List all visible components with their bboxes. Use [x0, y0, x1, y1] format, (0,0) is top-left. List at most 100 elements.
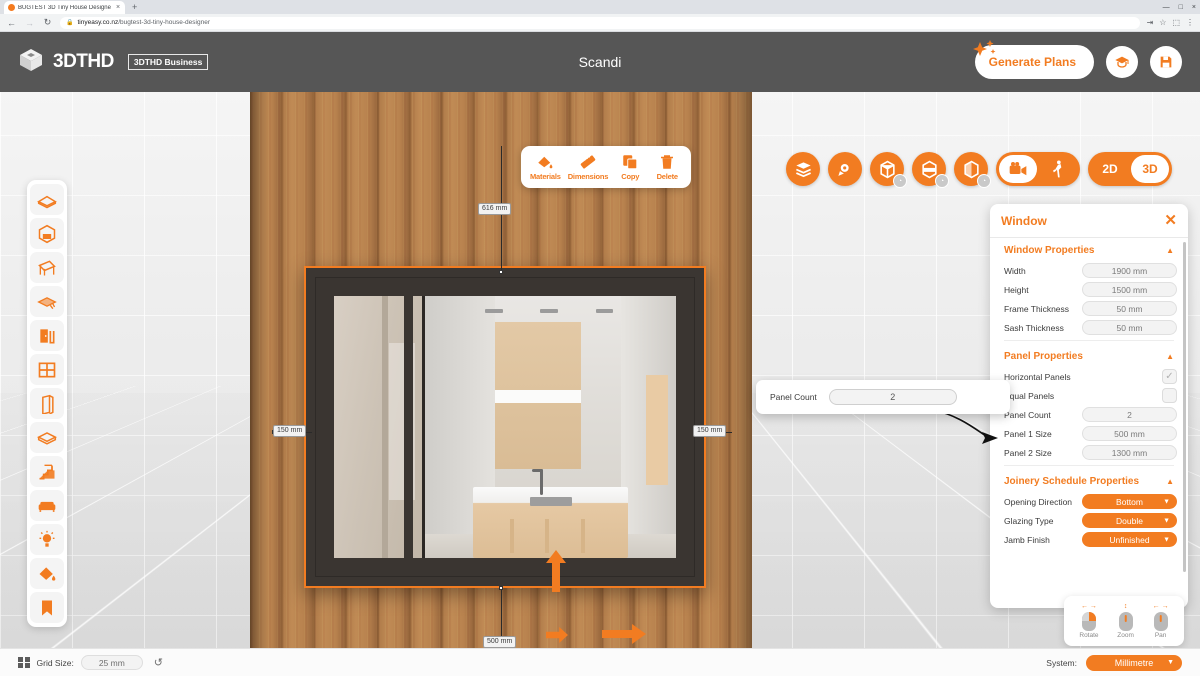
forward-icon[interactable]: →	[24, 18, 35, 28]
bookmark-icon	[42, 600, 52, 615]
generate-plans-button[interactable]: Generate Plans	[972, 40, 1094, 79]
orbit-camera-button[interactable]	[828, 152, 862, 186]
sidebar-item-room-tool[interactable]	[30, 218, 64, 249]
chevron-up-icon[interactable]: ▲	[1166, 477, 1174, 486]
dimensions-action-button[interactable]: Dimensions	[568, 153, 608, 181]
width-input[interactable]: 1900 mm	[1082, 263, 1177, 278]
dim-bottom-node[interactable]	[499, 586, 503, 590]
copy-action-button[interactable]: Copy	[615, 153, 645, 181]
grid-icon[interactable]	[18, 656, 30, 669]
property-row-equal-panels[interactable]: Equal Panels	[990, 386, 1188, 405]
zoom-control[interactable]: ↕ Zoom	[1117, 603, 1134, 639]
camera-mode-button[interactable]	[999, 155, 1037, 183]
new-tab-button[interactable]: +	[125, 1, 144, 14]
property-row-panel-2-size[interactable]: Panel 2 Size 1300 mm	[990, 443, 1188, 462]
save-button[interactable]	[1150, 46, 1182, 78]
chevron-up-icon[interactable]: ▲	[1166, 352, 1174, 361]
dim-left-label[interactable]: 150 mm	[273, 425, 307, 438]
property-row-glazing-type[interactable]: Glazing Type Double ▼	[990, 511, 1188, 530]
minimize-icon[interactable]: —	[1163, 4, 1170, 11]
unit-system-select[interactable]: Millimetre ▼	[1086, 654, 1182, 671]
sidebar-item-site-base-tool[interactable]	[30, 184, 64, 215]
window-panel-2[interactable]	[425, 296, 676, 558]
window-close-icon[interactable]: ×	[1192, 4, 1196, 11]
property-row-panel-1-size[interactable]: Panel 1 Size 500 mm	[990, 424, 1188, 443]
window-object[interactable]	[304, 266, 706, 588]
section-view-button[interactable]: ◔	[954, 152, 991, 188]
property-row-frame-thickness[interactable]: Frame Thickness 50 mm	[990, 299, 1188, 318]
glazing-type-select[interactable]: Double ▼	[1082, 513, 1177, 528]
back-icon[interactable]: ←	[6, 18, 17, 28]
move-right-handle[interactable]	[602, 624, 646, 644]
section-header-joinery-schedule[interactable]: Joinery Schedule Properties ▲	[990, 469, 1188, 492]
sidebar-item-bookmark-tool[interactable]	[30, 592, 64, 623]
opening-direction-select[interactable]: Bottom ▼	[1082, 494, 1177, 509]
panel-2-size-input[interactable]: 1300 mm	[1082, 445, 1177, 460]
view-3d-button[interactable]: 3D	[1131, 155, 1169, 183]
property-row-panel-count[interactable]: Panel Count 2	[990, 405, 1188, 424]
property-row-width[interactable]: Width 1900 mm	[990, 261, 1188, 280]
header-actions: Generate Plans	[972, 40, 1182, 79]
property-row-horizontal-panels[interactable]: Horizontal Panels ✓	[990, 367, 1188, 386]
walk-mode-button[interactable]	[1039, 155, 1077, 183]
close-icon[interactable]: ✕	[1164, 213, 1177, 228]
equal-panels-checkbox[interactable]	[1162, 388, 1177, 403]
mouse-icon	[1081, 612, 1096, 631]
section-header-window-properties[interactable]: Window Properties ▲	[990, 238, 1188, 261]
sidebar-item-deck-tool[interactable]	[30, 286, 64, 317]
extensions-icon[interactable]: ⬚	[1172, 18, 1180, 27]
browser-tab[interactable]: BUGTEST 3D Tiny House Designe ×	[4, 1, 126, 14]
property-row-jamb-finish[interactable]: Jamb Finish Unfinished ▼	[990, 530, 1188, 549]
maximize-icon[interactable]: □	[1179, 4, 1183, 11]
mouse-scroll-wheel	[1124, 615, 1127, 622]
section-header-panel-properties[interactable]: Panel Properties ▲	[990, 344, 1188, 367]
sidebar-item-roof-tool[interactable]	[30, 252, 64, 283]
brand[interactable]: 3DTHD 3DTHD Business	[18, 47, 209, 78]
address-bar[interactable]: 🔒 tinyeasy.co.nz/bugtest-3d-tiny-house-d…	[60, 16, 1140, 29]
pan-control[interactable]: ← → Pan	[1153, 603, 1169, 639]
learn-button[interactable]	[1106, 46, 1138, 78]
roof-cut-button[interactable]: ◔	[912, 152, 949, 188]
move-up-handle[interactable]	[546, 550, 566, 592]
ceiling-light-1	[485, 309, 503, 314]
reload-icon[interactable]: ↻	[42, 17, 53, 28]
exterior-view-button[interactable]: ◔	[870, 152, 907, 188]
sidebar-item-materials-tool[interactable]	[30, 558, 64, 589]
sidebar-item-floor-slab-tool[interactable]	[30, 422, 64, 453]
materials-action-button[interactable]: Materials	[530, 153, 561, 181]
close-icon[interactable]: ×	[116, 4, 120, 11]
layers-button[interactable]	[786, 152, 820, 186]
dim-right-label[interactable]: 150 mm	[693, 425, 727, 438]
height-input[interactable]: 1500 mm	[1082, 282, 1177, 297]
delete-action-button[interactable]: Delete	[652, 153, 682, 181]
dim-top-node[interactable]	[499, 270, 503, 274]
sidebar-item-furniture-tool[interactable]	[30, 490, 64, 521]
jamb-finish-select[interactable]: Unfinished ▼	[1082, 532, 1177, 547]
navigation-help-widget: ← → Rotate ↕ Zoom ← → Pan	[1064, 596, 1184, 646]
dim-top-label[interactable]: 616 mm	[478, 203, 512, 216]
sidebar-item-window-tool[interactable]	[30, 354, 64, 385]
panel-count-input[interactable]: 2	[1082, 407, 1177, 422]
browser-menu-icon[interactable]: ⋮	[1186, 18, 1194, 27]
frame-thickness-input[interactable]: 50 mm	[1082, 301, 1177, 316]
panel-scrollbar[interactable]	[1183, 242, 1186, 572]
property-row-opening-direction[interactable]: Opening Direction Bottom ▼	[990, 492, 1188, 511]
grid-size-input[interactable]: 25 mm	[80, 655, 143, 670]
property-row-height[interactable]: Height 1500 mm	[990, 280, 1188, 299]
callout-panel-count-value[interactable]: 2	[828, 389, 957, 405]
bookmark-star-icon[interactable]: ☆	[1159, 18, 1166, 27]
sash-thickness-input[interactable]: 50 mm	[1082, 320, 1177, 335]
sidebar-item-lighting-tool[interactable]	[30, 524, 64, 555]
horizontal-panels-checkbox[interactable]: ✓	[1162, 369, 1177, 384]
property-row-sash-thickness[interactable]: Sash Thickness 50 mm	[990, 318, 1188, 337]
sidebar-item-wall-tool[interactable]	[30, 388, 64, 419]
sidebar-item-stairs-tool[interactable]	[30, 456, 64, 487]
chevron-up-icon[interactable]: ▲	[1166, 246, 1174, 255]
dim-bottom-label[interactable]: 500 mm	[483, 636, 517, 649]
reset-grid-icon[interactable]: ↺	[150, 654, 167, 671]
view-2d-button[interactable]: 2D	[1091, 155, 1129, 183]
sidebar-item-door-tool[interactable]	[30, 320, 64, 351]
panel-1-size-input[interactable]: 500 mm	[1082, 426, 1177, 441]
rotate-control[interactable]: ← → Rotate	[1079, 603, 1098, 639]
share-icon[interactable]: ⇥	[1147, 18, 1154, 27]
